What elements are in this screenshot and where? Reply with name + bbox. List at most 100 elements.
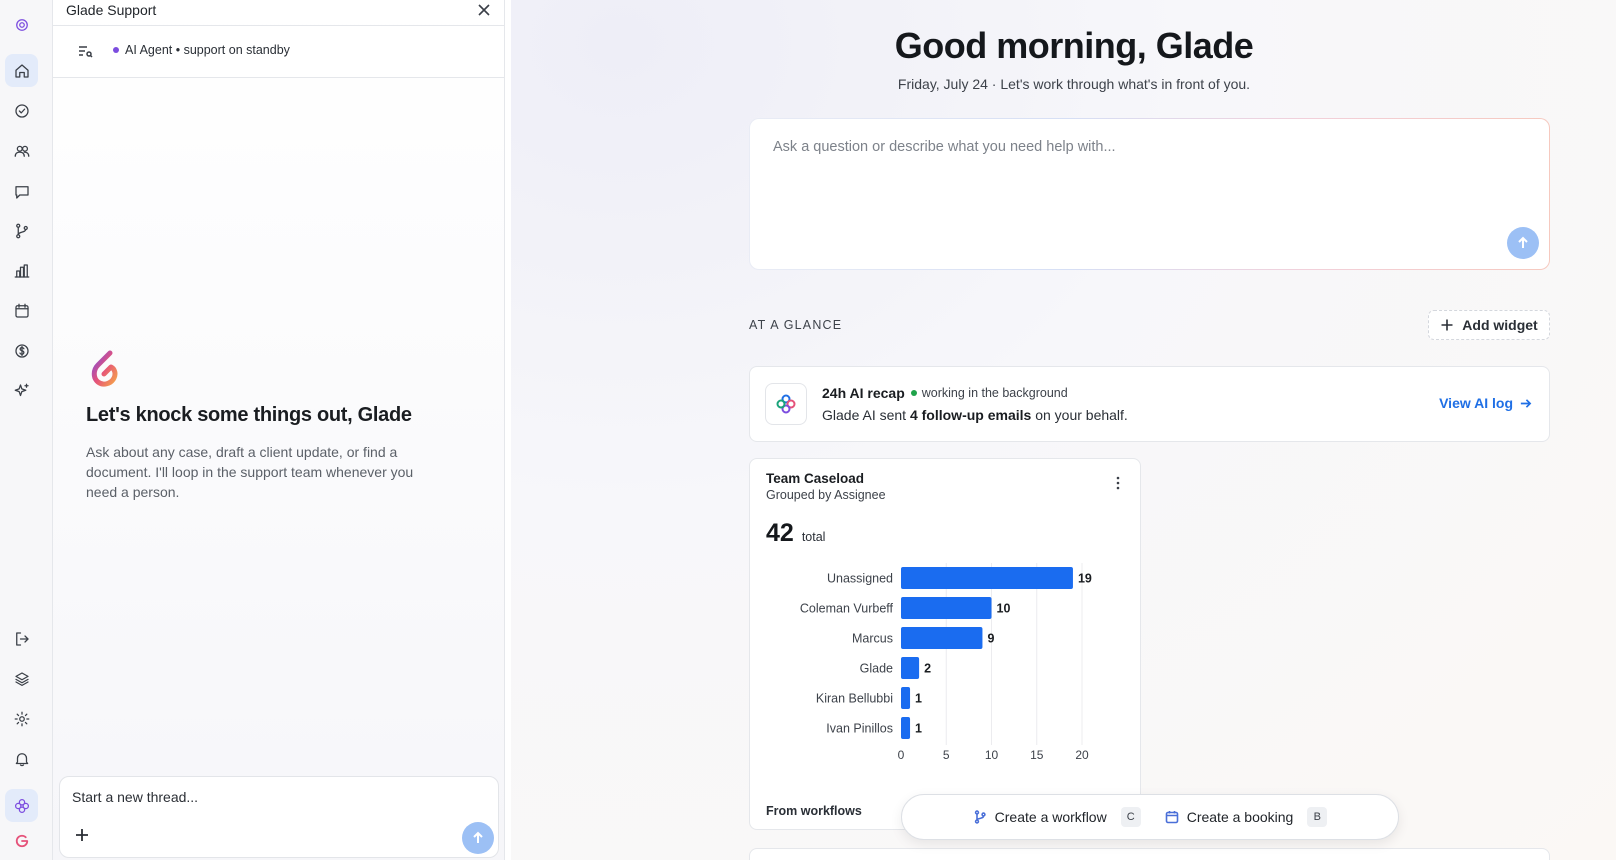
greeting-title: Good morning, Glade bbox=[894, 25, 1254, 66]
next-widget-card bbox=[749, 848, 1550, 860]
calendar-icon[interactable] bbox=[5, 294, 38, 327]
check-circle-icon[interactable] bbox=[5, 94, 38, 127]
category-label: Ivan Pinillos bbox=[826, 722, 893, 736]
support-panel: Glade Support AI Agent • support on stan… bbox=[53, 0, 505, 860]
gear-icon[interactable] bbox=[5, 702, 38, 735]
home-icon[interactable] bbox=[5, 54, 38, 87]
bar bbox=[901, 567, 1073, 589]
category-label: Kiran Bellubbi bbox=[816, 692, 893, 706]
chart-icon[interactable] bbox=[5, 254, 38, 287]
ask-box bbox=[749, 118, 1550, 270]
workflow-icon[interactable] bbox=[5, 214, 38, 247]
ask-send-button[interactable] bbox=[1507, 227, 1539, 259]
dollar-icon[interactable] bbox=[5, 334, 38, 367]
intro-body: Ask about any case, draft a client updat… bbox=[86, 444, 414, 500]
agent-status-text: AI Agent • support on standby bbox=[125, 43, 290, 57]
value-label: 2 bbox=[924, 662, 931, 676]
tick-label: 0 bbox=[898, 748, 905, 762]
arrow-up-icon bbox=[473, 831, 483, 843]
bar bbox=[901, 687, 911, 709]
logo-icon[interactable] bbox=[5, 8, 38, 41]
tick-label: 5 bbox=[943, 748, 950, 762]
value-label: 9 bbox=[987, 632, 994, 646]
view-ai-log-link[interactable]: View AI log bbox=[1439, 395, 1532, 411]
value-label: 1 bbox=[915, 692, 922, 706]
agent-status-dot bbox=[113, 47, 119, 53]
left-rail bbox=[0, 0, 53, 860]
caseload-subtitle: Grouped by Assignee bbox=[766, 488, 886, 502]
brand-logo-icon[interactable] bbox=[5, 824, 38, 857]
workflow-icon bbox=[974, 810, 986, 824]
caseload-total: 42 total bbox=[766, 519, 825, 548]
quick-actions-bar: Create a workflow C Create a booking B bbox=[901, 794, 1399, 840]
recap-title: 24h AI recap working in the background bbox=[822, 385, 1068, 401]
category-label: Coleman Vurbeff bbox=[800, 602, 894, 616]
ai-recap-card: 24h AI recap working in the background G… bbox=[749, 366, 1550, 442]
create-workflow-button[interactable]: Create a workflow C bbox=[973, 807, 1141, 827]
agent-status: AI Agent • support on standby bbox=[113, 43, 290, 57]
recap-body-bold: 4 follow-up emails bbox=[909, 407, 1032, 423]
create-booking-button[interactable]: Create a booking B bbox=[1165, 807, 1328, 827]
recap-title-text: 24h AI recap bbox=[822, 385, 905, 401]
value-label: 1 bbox=[915, 722, 922, 736]
shortcut-key-b: B bbox=[1307, 807, 1328, 827]
add-widget-label: Add widget bbox=[1462, 317, 1538, 333]
tick-label: 20 bbox=[1075, 748, 1089, 762]
category-label: Unassigned bbox=[827, 572, 893, 586]
bell-icon[interactable] bbox=[5, 742, 38, 775]
composer-send-button[interactable] bbox=[462, 822, 494, 854]
bar bbox=[901, 627, 983, 649]
panel-subheader: AI Agent • support on standby bbox=[53, 26, 504, 78]
thread-list-icon[interactable] bbox=[77, 43, 93, 59]
bar bbox=[901, 597, 992, 619]
tick-label: 15 bbox=[1030, 748, 1044, 762]
users-icon[interactable] bbox=[5, 134, 38, 167]
from-workflows-label: From workflows bbox=[766, 804, 862, 818]
add-widget-button[interactable]: Add widget bbox=[1428, 310, 1550, 340]
intro-heading: Let's knock some things out, Glade bbox=[86, 404, 412, 426]
status-dot bbox=[910, 390, 917, 396]
main-area: Good morning, Glade Friday, July 24 · Le… bbox=[511, 0, 1616, 860]
more-options-icon[interactable] bbox=[1110, 475, 1126, 491]
view-ai-log-label: View AI log bbox=[1439, 395, 1513, 411]
caseload-bar-chart: Unassigned 19Coleman Vurbeff 10Marcus 9Glad… bbox=[800, 563, 1092, 762]
recap-status-text: working in the background bbox=[921, 386, 1068, 400]
date-line: Friday, July 24 · Let's work through wha… bbox=[897, 76, 1251, 92]
team-caseload-card: Team Caseload Grouped by Assignee 42 tot… bbox=[749, 458, 1141, 830]
plus-icon[interactable] bbox=[74, 827, 94, 847]
close-icon[interactable] bbox=[476, 2, 494, 20]
arrow-right-icon bbox=[1520, 398, 1532, 408]
value-label: 10 bbox=[997, 602, 1011, 616]
arrow-up-icon bbox=[1518, 236, 1528, 248]
recap-body: Glade AI sent 4 follow-up emails on your… bbox=[822, 407, 1128, 423]
plus-icon bbox=[1441, 319, 1453, 331]
calendar-icon bbox=[1165, 811, 1179, 824]
value-label: 19 bbox=[1078, 572, 1092, 586]
total-count: 42 bbox=[766, 519, 794, 547]
recap-body-suffix: on your behalf. bbox=[1031, 407, 1128, 423]
create-booking-label: Create a booking bbox=[1186, 809, 1294, 825]
at-a-glance-label: AT A GLANCE bbox=[749, 318, 843, 332]
layers-icon[interactable] bbox=[5, 662, 38, 695]
thread-composer bbox=[59, 776, 499, 858]
logout-icon[interactable] bbox=[5, 622, 38, 655]
category-label: Glade bbox=[860, 662, 893, 676]
total-label: total bbox=[801, 530, 826, 544]
ask-input[interactable] bbox=[773, 139, 1473, 155]
create-workflow-label: Create a workflow bbox=[994, 809, 1107, 825]
recap-status: working in the background bbox=[910, 386, 1068, 400]
ai-flower-icon[interactable] bbox=[5, 789, 38, 822]
category-label: Marcus bbox=[852, 632, 893, 646]
recap-body-prefix: Glade AI sent bbox=[822, 407, 910, 423]
shortcut-key-c: C bbox=[1120, 807, 1141, 827]
bar bbox=[901, 657, 920, 679]
new-thread-input[interactable] bbox=[72, 789, 432, 805]
caseload-title: Team Caseload bbox=[766, 471, 865, 486]
bar bbox=[901, 717, 911, 739]
panel-title: Glade Support bbox=[66, 2, 157, 18]
sparkle-icon[interactable] bbox=[5, 374, 38, 407]
message-icon[interactable] bbox=[5, 175, 38, 208]
tick-label: 10 bbox=[985, 748, 999, 762]
glade-logo-icon bbox=[84, 347, 120, 389]
ai-flower-icon bbox=[765, 383, 807, 425]
